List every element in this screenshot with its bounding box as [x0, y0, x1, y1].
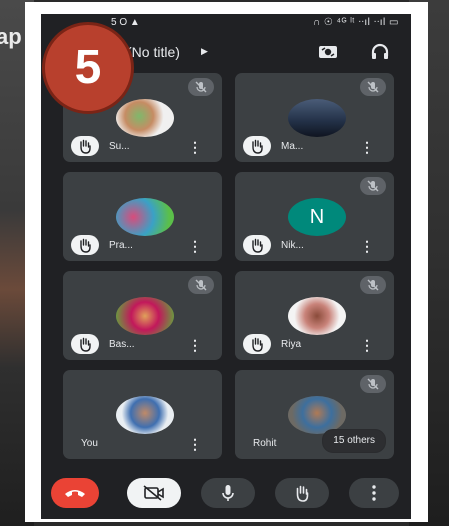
participant-tile-3[interactable]: Pra... ⋮ — [63, 172, 222, 261]
microphone-icon — [222, 485, 234, 501]
participant-name: Rohit — [253, 438, 277, 449]
call-controls — [41, 472, 411, 516]
end-call-icon — [65, 490, 85, 497]
participant-tile-5[interactable]: Bas... ⋮ — [63, 271, 222, 360]
avatar-initial: N — [288, 198, 346, 236]
participant-name: You — [81, 438, 98, 449]
camera-switch-icon[interactable] — [317, 42, 339, 62]
raise-hand-icon — [243, 136, 271, 156]
more-vertical-icon[interactable]: ⋮ — [188, 338, 202, 352]
mic-off-icon — [360, 276, 386, 294]
mic-off-icon — [188, 276, 214, 294]
step-number-badge: 5 — [42, 22, 134, 114]
camera-off-icon — [143, 485, 164, 501]
more-vertical-icon[interactable]: ⋮ — [360, 140, 374, 154]
avatar — [116, 396, 174, 434]
status-right: ∩ ☉ ⁴ᴳ ˡᵗ ᐧᐧıl ᐧᐧıl ▭ — [312, 17, 399, 28]
participant-name: Riya — [281, 339, 302, 350]
avatar — [288, 297, 346, 335]
participant-tile-6[interactable]: Riya ⋮ — [235, 271, 394, 360]
raise-hand-icon — [243, 235, 271, 255]
mic-off-icon — [360, 78, 386, 96]
more-vertical-icon[interactable]: ⋮ — [360, 338, 374, 352]
more-vertical-icon[interactable]: ⋮ — [188, 239, 202, 253]
raise-hand-button[interactable] — [275, 478, 329, 508]
participant-name: Nik... — [281, 240, 304, 251]
participant-name: Bas... — [109, 339, 135, 350]
raise-hand-icon — [71, 334, 99, 354]
participant-name: Pra... — [109, 240, 133, 251]
participant-tile-2[interactable]: Ma... ⋮ — [235, 73, 394, 162]
more-vertical-icon[interactable]: ⋮ — [188, 140, 202, 154]
avatar — [116, 297, 174, 335]
raise-hand-icon — [71, 235, 99, 255]
more-vertical-icon — [372, 485, 376, 501]
more-vertical-icon[interactable]: ⋮ — [360, 239, 374, 253]
participant-tile-4[interactable]: N Nik... ⋮ — [235, 172, 394, 261]
raise-hand-icon — [71, 136, 99, 156]
avatar — [116, 99, 174, 137]
participant-name: Su... — [109, 141, 130, 152]
meeting-title[interactable]: (No title) — [127, 44, 180, 60]
raise-hand-icon — [243, 334, 271, 354]
status-left: 5 O ▲ — [111, 17, 140, 28]
participant-tile-self[interactable]: You ⋮ — [63, 370, 222, 459]
others-count-button[interactable]: 15 others — [322, 429, 386, 453]
backdrop-text: ap — [0, 24, 22, 49]
mic-off-icon — [360, 375, 386, 393]
participant-tile-8[interactable]: Rohit 15 others — [235, 370, 394, 459]
avatar — [288, 99, 346, 137]
microphone-button[interactable] — [201, 478, 255, 508]
headphones-icon[interactable] — [369, 42, 391, 62]
caret-right-icon[interactable]: ▶ — [201, 46, 208, 57]
more-vertical-icon[interactable]: ⋮ — [188, 437, 202, 451]
more-options-button[interactable] — [349, 478, 399, 508]
mic-off-icon — [188, 78, 214, 96]
participant-name: Ma... — [281, 141, 304, 152]
mic-off-icon — [360, 177, 386, 195]
camera-toggle-button[interactable] — [127, 478, 181, 508]
avatar — [116, 198, 174, 236]
end-call-button[interactable] — [51, 478, 99, 508]
raise-hand-icon — [296, 485, 309, 502]
